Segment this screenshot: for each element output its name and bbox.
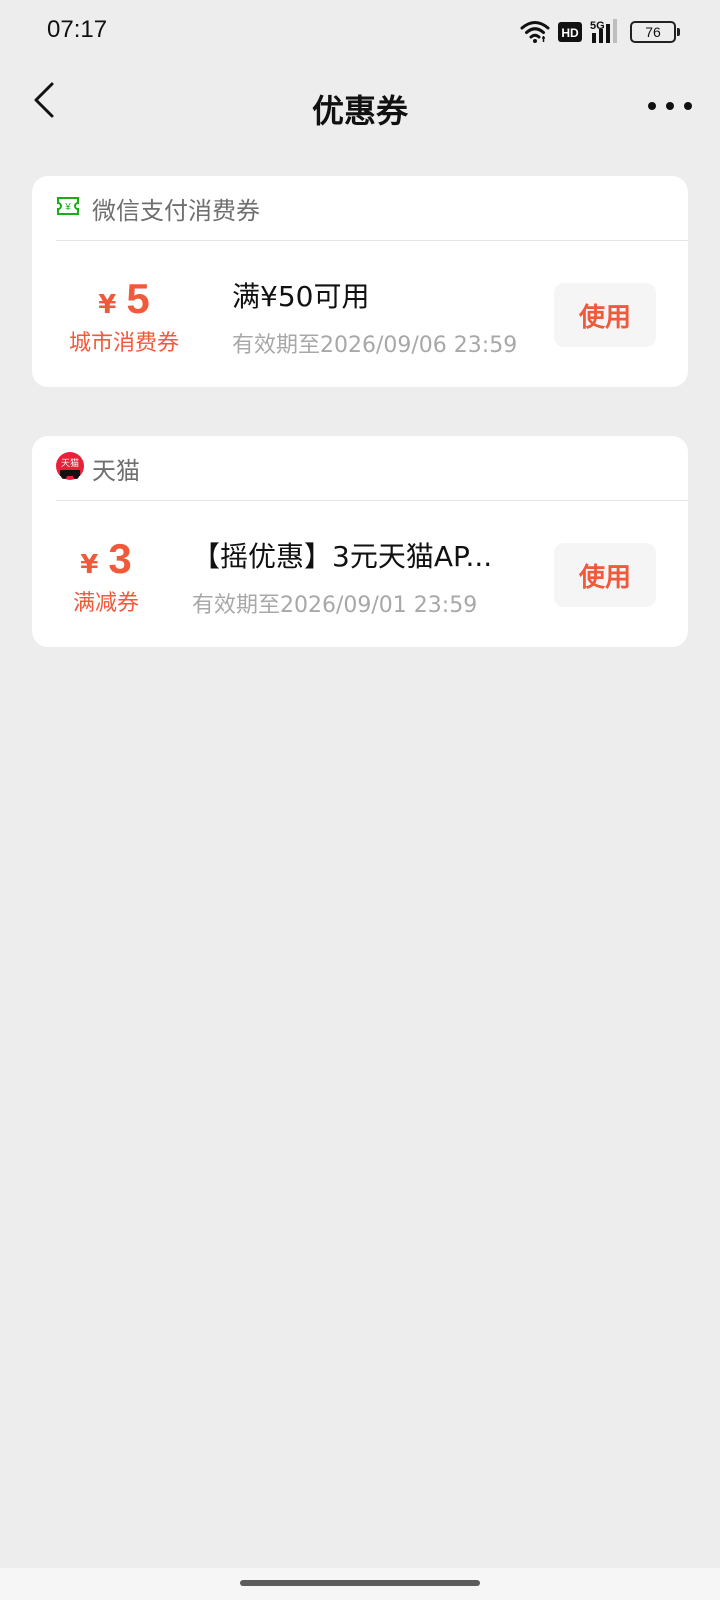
amount-value: 5 (126, 275, 150, 322)
home-indicator[interactable] (240, 1580, 480, 1586)
coupon-description: 【摇优惠】3元天猫AP... (192, 540, 493, 573)
coupon-card-wechat: ¥ 微信支付消费券 ¥ 5 城市消费券 满¥50可用 有效期至2026/09/0… (32, 176, 688, 387)
currency-symbol: ¥ (98, 290, 117, 320)
use-button[interactable]: 使用 (554, 543, 656, 607)
coupon-amount: ¥ 3 (50, 535, 162, 583)
5g-signal-icon: 5G (590, 19, 622, 45)
hd-icon: HD (558, 22, 582, 42)
coupon-body: ¥ 5 城市消费券 满¥50可用 有效期至2026/09/06 23:59 使用 (32, 241, 688, 387)
coupon-description: 满¥50可用 (232, 280, 370, 313)
nav-bar: 优惠券 (0, 64, 720, 150)
coupon-type: 满减券 (72, 591, 139, 616)
more-button[interactable] (648, 94, 692, 118)
status-bar: 07:17 HD 5G 76 (0, 0, 720, 64)
coupon-card-tmall: 天猫 天猫 ¥ 3 满减券 【摇优惠】3元天猫AP... 有效期至2026/09… (32, 436, 688, 647)
svg-text:¥: ¥ (64, 202, 71, 213)
page-title: 优惠券 (311, 92, 408, 130)
card-header: 天猫 天猫 (56, 436, 688, 501)
card-header: ¥ 微信支付消费券 (56, 176, 688, 241)
wifi-icon (520, 20, 550, 44)
use-button[interactable]: 使用 (554, 283, 656, 347)
battery-icon: 76 (630, 21, 680, 43)
coupon-validity: 有效期至2026/09/01 23:59 (192, 593, 478, 618)
hd-label: HD (561, 26, 579, 40)
brand-name: 天猫 (92, 456, 140, 485)
status-icons: HD 5G 76 (520, 16, 680, 48)
gesture-bar (0, 1568, 720, 1600)
status-time: 07:17 (47, 16, 108, 43)
currency-symbol: ¥ (80, 550, 99, 580)
battery-level: 76 (645, 24, 661, 40)
wechat-pay-coupon-icon: ¥ (56, 196, 80, 220)
brand-name: 微信支付消费券 (92, 196, 260, 225)
coupon-amount: ¥ 5 (54, 275, 194, 323)
tmall-logo-text: 天猫 (61, 457, 79, 469)
more-dots-icon (648, 102, 656, 110)
tmall-logo-icon: 天猫 (56, 452, 84, 484)
coupon-validity: 有效期至2026/09/06 23:59 (232, 333, 518, 358)
coupon-body: ¥ 3 满减券 【摇优惠】3元天猫AP... 有效期至2026/09/01 23… (32, 501, 688, 647)
amount-value: 3 (108, 535, 132, 582)
coupon-type: 城市消费券 (68, 331, 179, 356)
amount-block: ¥ 3 满减券 (50, 535, 162, 617)
amount-block: ¥ 5 城市消费券 (54, 275, 194, 357)
